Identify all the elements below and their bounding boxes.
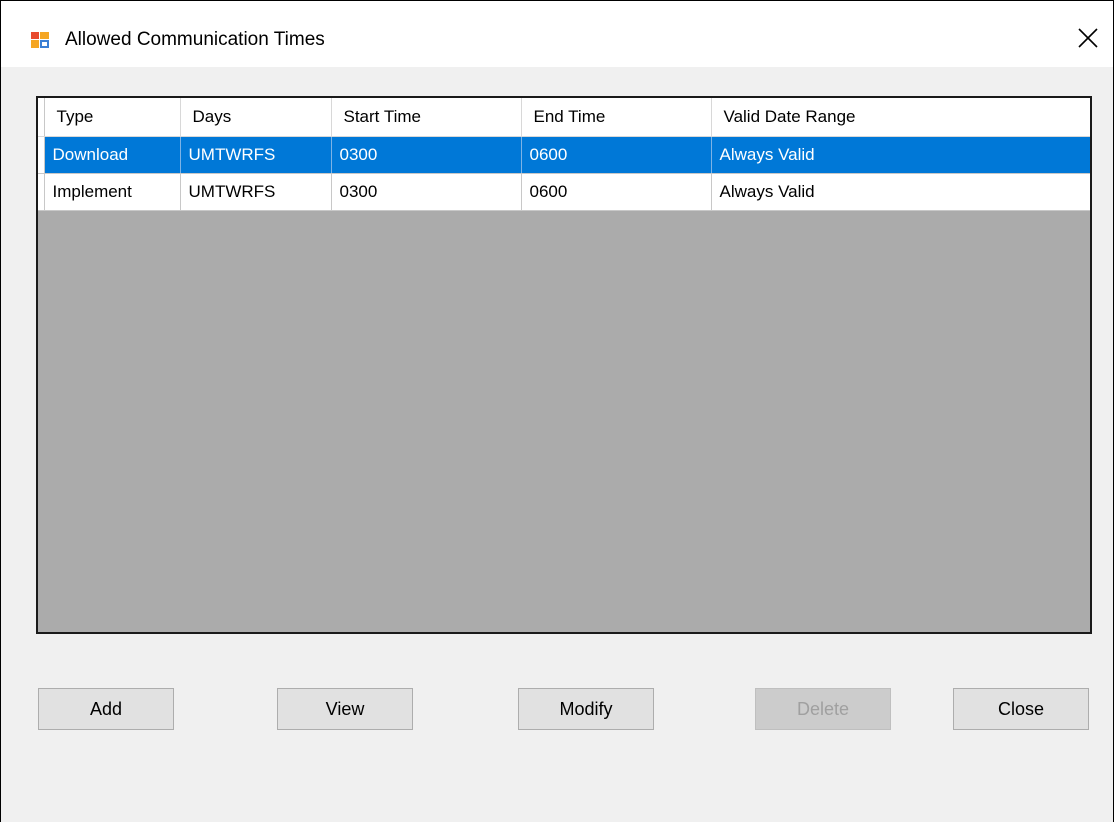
- title-bar: Allowed Communication Times: [1, 1, 1113, 67]
- grid-header-row: Type Days Start Time End Time Valid Date…: [38, 98, 1090, 137]
- column-header-days[interactable]: Days: [180, 98, 332, 137]
- cell-end-time[interactable]: 0600: [521, 173, 712, 211]
- communication-times-grid[interactable]: Type Days Start Time End Time Valid Date…: [36, 96, 1092, 634]
- dialog-window: Allowed Communication Times Type Days St…: [0, 0, 1114, 822]
- column-header-end-time[interactable]: End Time: [521, 98, 712, 137]
- add-button[interactable]: Add: [38, 688, 174, 730]
- cell-start-time[interactable]: 0300: [331, 173, 522, 211]
- close-button[interactable]: Close: [953, 688, 1089, 730]
- table-row[interactable]: Implement UMTWRFS 0300 0600 Always Valid: [38, 173, 1090, 211]
- window-title: Allowed Communication Times: [65, 29, 325, 50]
- cell-days[interactable]: UMTWRFS: [180, 136, 332, 174]
- view-button[interactable]: View: [277, 688, 413, 730]
- cell-valid-date-range[interactable]: Always Valid: [711, 136, 1090, 174]
- table-row[interactable]: Download UMTWRFS 0300 0600 Always Valid: [38, 136, 1090, 174]
- cell-end-time[interactable]: 0600: [521, 136, 712, 174]
- column-header-type[interactable]: Type: [44, 98, 181, 137]
- cell-days[interactable]: UMTWRFS: [180, 173, 332, 211]
- column-header-start-time[interactable]: Start Time: [331, 98, 522, 137]
- cell-type[interactable]: Implement: [44, 173, 181, 211]
- column-header-valid-date-range[interactable]: Valid Date Range: [711, 98, 1090, 137]
- modify-button[interactable]: Modify: [518, 688, 654, 730]
- delete-button: Delete: [755, 688, 891, 730]
- cell-start-time[interactable]: 0300: [331, 136, 522, 174]
- close-icon[interactable]: [1071, 21, 1105, 55]
- cell-type[interactable]: Download: [44, 136, 181, 174]
- cell-valid-date-range[interactable]: Always Valid: [711, 173, 1090, 211]
- windows-form-icon: [30, 30, 50, 50]
